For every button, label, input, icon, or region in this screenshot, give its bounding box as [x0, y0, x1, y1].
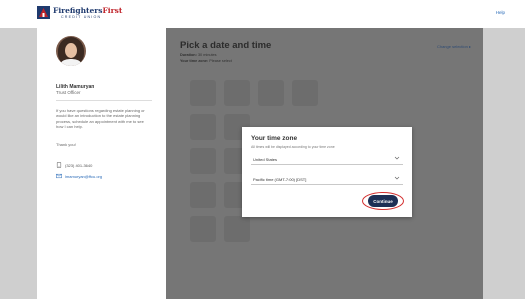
chevron-down-icon [394, 176, 400, 180]
phone-number: (323) 401-3640 [65, 162, 93, 168]
modal-title: Your time zone [251, 135, 298, 142]
logo-icon [37, 6, 50, 19]
logo-subtext: CREDIT UNION [61, 15, 102, 19]
modal-subtitle: All times will be displayed according to… [251, 145, 335, 149]
duration-info: Duration: 30 minutes [180, 53, 217, 57]
email-address: lmamuryan@ffcu.org [65, 173, 103, 179]
brand-logo[interactable]: FirefightersFirst CREDIT UNION [37, 6, 137, 22]
phone-contact[interactable]: (323) 401-3640 [56, 162, 92, 168]
help-link[interactable]: Help [496, 10, 505, 15]
continue-button[interactable]: Continue [368, 195, 398, 207]
avatar [56, 36, 86, 66]
timezone-value: Pacific time (GMT-7:00) [DST] [253, 177, 307, 182]
advisor-title: Trust Officer [56, 90, 81, 95]
sidebar-divider [56, 100, 152, 101]
country-value: United States [253, 157, 278, 162]
timezone-info: Your time zone: Please select [180, 59, 232, 63]
country-select[interactable]: United States [251, 153, 403, 165]
top-bar: FirefightersFirst CREDIT UNION Help [0, 0, 525, 28]
advisor-message: If you have questions regarding estate p… [56, 108, 145, 130]
chevron-down-icon [394, 156, 400, 160]
email-contact[interactable]: lmamuryan@ffcu.org [56, 173, 102, 179]
timezone-select[interactable]: Pacific time (GMT-7:00) [DST] [251, 173, 403, 185]
page-title: Pick a date and time [180, 40, 272, 51]
phone-icon [56, 162, 62, 168]
email-icon [56, 173, 62, 179]
change-selection-link[interactable]: Change selection ▸ [437, 44, 471, 49]
logo-wordmark: FirefightersFirst [53, 6, 123, 15]
thank-you-text: Thank you! [56, 142, 76, 147]
